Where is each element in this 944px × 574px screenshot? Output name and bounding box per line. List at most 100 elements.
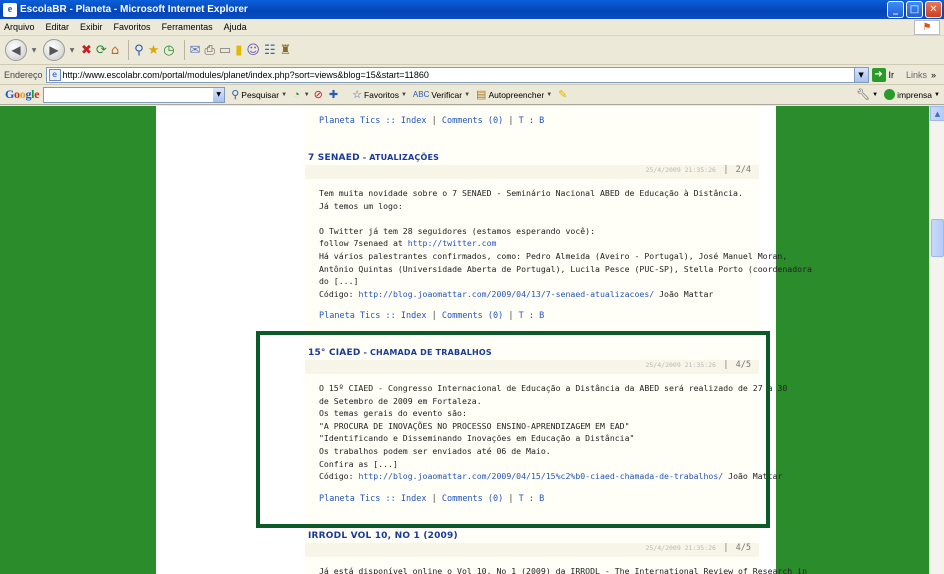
scrollbar-thumb[interactable]	[931, 219, 944, 257]
google-search-label: Pesquisar	[241, 89, 280, 100]
post-timestamp: 25/4/2009 21:35:26	[645, 544, 716, 552]
caret-down-icon[interactable]: ▼	[872, 92, 878, 98]
status-dot-icon	[884, 89, 896, 100]
menu-exibir[interactable]: Exibir	[80, 22, 103, 32]
page-icon: e	[48, 68, 61, 81]
google-check-button[interactable]: ABC Verificar ▼	[413, 90, 470, 100]
plus-icon: ✚	[328, 89, 339, 101]
post-line	[319, 212, 812, 225]
toolbar-separator	[183, 40, 185, 60]
menu-arquivo[interactable]: Arquivo	[4, 22, 35, 32]
caret-down-icon[interactable]: ▼	[934, 92, 940, 98]
home-icon[interactable]: ⌂	[111, 39, 119, 61]
back-dropdown-icon[interactable]: ▼	[31, 39, 37, 61]
forward-button[interactable]: ▶	[43, 39, 65, 61]
source-link[interactable]: http://blog.joaomattar.com/2009/04/13/7-…	[358, 289, 654, 299]
chevron-right-icon[interactable]: »	[931, 70, 936, 80]
toolbar-separator	[128, 40, 130, 60]
popup-blocker-icon: ⊘	[313, 89, 323, 101]
google-favorites-label: Favoritos	[363, 89, 399, 100]
post-title-link[interactable]: IRRODL VOL 10, NO 1 (2009)	[308, 531, 458, 541]
post-footer: Planeta Tics :: Index | Comments (0) | T…	[319, 311, 545, 321]
messenger-icon[interactable]: ☺	[246, 39, 260, 61]
history-icon[interactable]: ◷	[163, 39, 174, 61]
title-bar: e EscolaBR - Planeta - Microsoft Interne…	[0, 0, 944, 19]
post-meta: 25/4/2009 21:35:26 | 4/5	[305, 543, 759, 557]
trackback-link[interactable]: T	[519, 311, 524, 321]
menu-bar: Arquivo Editar Exibir Favoritos Ferramen…	[0, 19, 944, 36]
forward-dropdown-icon[interactable]: ▼	[69, 39, 75, 61]
address-url[interactable]: http://www.escolabr.com/portal/modules/p…	[63, 70, 429, 80]
back-button[interactable]: ◀	[5, 39, 27, 61]
bookmark-link[interactable]: B	[539, 311, 544, 321]
google-toolbar: Google ▼ ⚲ Pesquisar ▼ ◔ ▼ ⊘ ✚ ☆ Favorit…	[0, 85, 944, 105]
research-icon[interactable]: ☷	[264, 39, 276, 61]
minimize-button[interactable]: _	[887, 1, 904, 18]
go-label: Ir	[888, 69, 895, 80]
comments-link[interactable]: Comments (0)	[442, 311, 503, 321]
post-line: Já está disponível online o Vol 10, No 1…	[319, 566, 807, 574]
google-favorites-button[interactable]: ☆ Favoritos ▼	[352, 88, 407, 101]
google-logo[interactable]: Google	[5, 87, 40, 102]
refresh-icon[interactable]: ⟳	[96, 39, 107, 61]
post-line: Antônio Quintas (Universidade Aberta de …	[319, 263, 812, 274]
favorites-star-icon[interactable]: ★	[148, 39, 160, 61]
menu-ferramentas[interactable]: Ferramentas	[162, 22, 213, 32]
google-autofill-button[interactable]: ▤ Autopreencher ▼	[476, 88, 552, 101]
pagerank-icon: ◔	[293, 88, 300, 101]
caret-down-icon: ▼	[546, 91, 553, 98]
post-timestamp: 25/4/2009 21:35:26	[645, 166, 716, 174]
google-autofill-label: Autopreencher	[488, 89, 545, 100]
edit-icon[interactable]: ▭	[219, 39, 231, 61]
ie-icon: e	[3, 2, 17, 17]
post-line: do [...]	[319, 276, 359, 287]
google-search-icon: ⚲	[231, 89, 240, 101]
comments-link[interactable]: Comments (0)	[442, 116, 503, 126]
blog-index-link[interactable]: Planeta Tics :: Index	[319, 311, 426, 321]
menu-editar[interactable]: Editar	[46, 22, 70, 32]
discuss-icon[interactable]: ▮	[235, 39, 242, 61]
post-meta: 25/4/2009 21:35:26 | 2/4	[305, 165, 759, 179]
post-page: 2/4	[735, 165, 751, 175]
bluetooth-icon[interactable]: ♜	[280, 39, 292, 61]
mail-icon[interactable]: ✉	[190, 39, 201, 61]
search-icon[interactable]: ⚲	[134, 39, 144, 61]
post-page: 4/5	[735, 543, 751, 553]
links-toolbar[interactable]: Links	[906, 70, 927, 80]
stop-icon[interactable]: ✖	[81, 39, 92, 61]
google-settings-area: 🔧︎ ▼ imprensa ▼	[856, 88, 940, 101]
twitter-link[interactable]: http://twitter.com	[408, 238, 497, 248]
blog-index-link[interactable]: Planeta Tics :: Index	[319, 116, 426, 126]
scroll-up-icon[interactable]: ▲	[930, 106, 944, 121]
address-dropdown-icon[interactable]: ▼	[853, 67, 868, 82]
google-search-button[interactable]: ⚲ Pesquisar ▼	[231, 88, 287, 101]
google-account-label[interactable]: imprensa	[897, 90, 932, 100]
trackback-link[interactable]: T	[519, 116, 524, 126]
go-button[interactable]: ➜ Ir	[871, 67, 895, 82]
address-input[interactable]: e http://www.escolabr.com/portal/modules…	[45, 66, 869, 83]
menu-favoritos[interactable]: Favoritos	[114, 22, 151, 32]
maximize-button[interactable]: □	[906, 1, 923, 18]
post-source: Código: http://blog.joaomattar.com/2009/…	[319, 288, 714, 299]
google-tool-icons[interactable]: ◔ ▼ ⊘ ✚	[293, 88, 340, 102]
go-arrow-icon: ➜	[871, 67, 886, 82]
spellcheck-icon: ABC	[412, 90, 430, 99]
google-search-input[interactable]: ▼	[43, 86, 226, 103]
caret-down-icon: ▼	[464, 91, 471, 98]
post-line: follow 7senaed at http://twitter.com	[319, 238, 497, 249]
autofill-icon: ▤	[476, 89, 487, 101]
settings-wrench-icon[interactable]: 🔧︎	[856, 88, 870, 101]
highlighter-icon[interactable]: ✎	[558, 88, 569, 101]
vertical-scrollbar[interactable]: ▲	[929, 106, 944, 574]
menu-ajuda[interactable]: Ajuda	[224, 22, 247, 32]
windows-logo-icon: ⚑	[914, 20, 940, 35]
post-title-link[interactable]: 7 SENAED - ATUALIZAÇÕES	[308, 153, 439, 163]
close-button[interactable]: ✕	[925, 1, 942, 18]
bookmark-link[interactable]: B	[539, 116, 544, 126]
caret-down-icon: ▼	[281, 91, 288, 98]
post-body: Já está disponível online o Vol 10, No 1…	[319, 565, 807, 574]
search-dropdown-icon[interactable]: ▼	[213, 87, 225, 102]
caret-down-icon: ▼	[400, 91, 407, 98]
print-icon[interactable]: ⎙	[205, 39, 215, 61]
post-line: Há vários palestrantes confirmados, como…	[319, 250, 788, 261]
